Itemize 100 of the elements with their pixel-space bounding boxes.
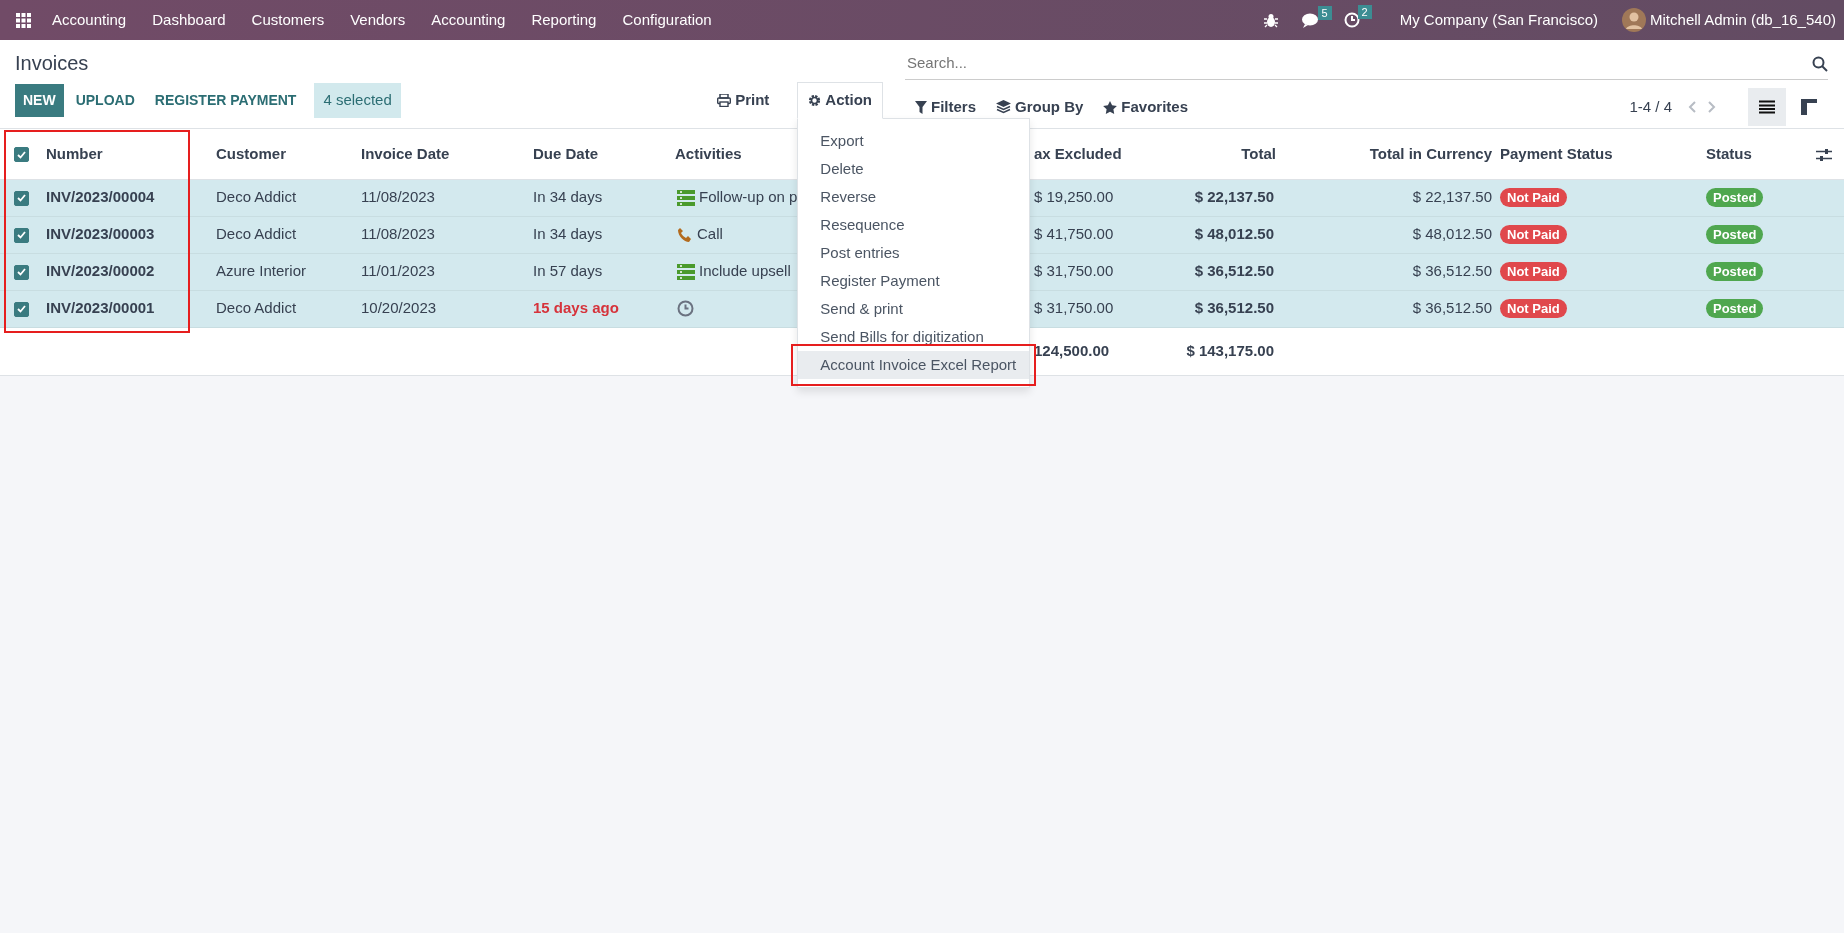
menu-item[interactable]: Reporting <box>518 8 610 32</box>
column-header[interactable]: Status <box>1706 144 1752 162</box>
invoice-number: INV/2023/00001 <box>46 299 155 317</box>
phone-icon[interactable] <box>677 226 693 243</box>
due-date: In 34 days <box>533 188 603 206</box>
due-date: In 57 days <box>533 262 603 280</box>
menu-item[interactable]: Vendors <box>337 8 419 32</box>
menu-item[interactable]: Send Bills for digitization <box>798 322 1030 351</box>
table-cell: Deco Addict <box>216 299 297 317</box>
column-header[interactable]: Due Date <box>533 144 599 162</box>
table-cell: $ 48,012.50 <box>1412 225 1492 243</box>
table-cell: 11/01/2023 <box>361 262 435 280</box>
checkmark-icon <box>17 150 26 159</box>
checkbox[interactable] <box>14 264 29 280</box>
menu-item[interactable]: Accounting <box>418 8 519 32</box>
status-badge: Posted <box>1706 188 1764 208</box>
bug-icon[interactable] <box>1263 12 1278 28</box>
invoice-number: INV/2023/00004 <box>46 188 155 206</box>
new-button[interactable]: NEW <box>15 83 64 117</box>
star-icon <box>1103 100 1118 114</box>
table-cell: $ 36,512.50 <box>1412 299 1492 317</box>
table-cell: 10/20/2023 <box>361 299 437 317</box>
table-cell: $ 31,750.00 <box>1034 262 1114 280</box>
table-cell: 11/08/2023 <box>361 188 435 206</box>
settings-icon[interactable] <box>1816 147 1832 162</box>
menu-item[interactable]: Post entries <box>798 238 1030 267</box>
menu-item[interactable]: Customers <box>238 8 338 32</box>
column-header[interactable]: ax Excluded <box>1034 144 1122 162</box>
payment-status-badge: Not Paid <box>1500 262 1567 282</box>
checkmark-icon <box>17 231 26 240</box>
table-cell: $ 41,750.00 <box>1034 225 1114 243</box>
invoice-number: INV/2023/00003 <box>46 225 155 243</box>
toolbar-button[interactable]: REGISTER PAYMENT <box>146 83 305 117</box>
menu-item[interactable]: Account Invoice Excel Report <box>798 350 1030 379</box>
printer-icon <box>717 93 732 107</box>
clock-icon[interactable] <box>677 300 694 317</box>
column-header[interactable]: Activities <box>675 144 742 162</box>
activity-label[interactable]: Include upsell <box>699 260 791 283</box>
chat-icon[interactable] <box>1301 12 1320 28</box>
menu-item[interactable]: Resequence <box>798 210 1030 239</box>
checkbox[interactable] <box>14 190 29 206</box>
activity-icon[interactable] <box>1343 12 1360 28</box>
kanban-view-icon <box>1801 99 1817 115</box>
column-header[interactable]: Invoice Date <box>361 144 450 162</box>
pager-value[interactable]: 1-4 / 4 <box>1629 95 1672 119</box>
checkbox[interactable] <box>14 227 29 243</box>
counter-badge: 5 <box>1317 5 1332 20</box>
todo-icon[interactable] <box>677 263 695 280</box>
table-cell: $ 19,250.00 <box>1034 188 1114 206</box>
table-cell: Deco Addict <box>216 188 297 206</box>
search-field[interactable]: Search... <box>905 52 1812 75</box>
funnel-icon <box>915 100 927 114</box>
payment-status-badge: Not Paid <box>1500 188 1567 208</box>
list-view-icon <box>1759 100 1775 114</box>
checkbox[interactable] <box>14 147 29 163</box>
print-button[interactable]: Print <box>705 83 782 118</box>
toolbar-button[interactable]: UPLOAD <box>67 83 143 117</box>
checkbox[interactable] <box>14 301 29 317</box>
column-header[interactable]: Total <box>1241 144 1276 162</box>
page-title: Invoices <box>15 51 90 76</box>
column-header[interactable]: Payment Status <box>1500 144 1613 162</box>
filter-button[interactable]: Group By <box>986 91 1094 123</box>
todo-icon[interactable] <box>677 189 695 206</box>
menu-item[interactable]: Delete <box>798 154 1030 183</box>
total-value: 124,500.00 <box>1034 342 1110 359</box>
menu-item[interactable]: Register Payment <box>798 266 1030 295</box>
due-date: 15 days ago <box>533 299 619 317</box>
menu-item[interactable]: Reverse <box>798 182 1030 211</box>
status-badge: Posted <box>1706 299 1764 319</box>
checkmark-icon <box>17 268 26 277</box>
table-cell: $ 36,512.50 <box>1194 262 1274 280</box>
invoice-number: INV/2023/00002 <box>46 262 155 280</box>
apps-menu-icon[interactable] <box>16 12 31 28</box>
column-header[interactable]: Number <box>46 144 103 162</box>
total-value: $ 143,175.00 <box>1186 342 1274 359</box>
payment-status-badge: Not Paid <box>1500 225 1567 245</box>
column-header[interactable]: Total in Currency <box>1369 144 1492 162</box>
table-cell: $ 22,137.50 <box>1412 188 1492 206</box>
action-button[interactable]: Action <box>797 82 883 119</box>
column-header[interactable]: Customer <box>216 144 286 162</box>
filter-button[interactable]: Favorites <box>1093 91 1199 123</box>
menu-item[interactable]: Configuration <box>609 8 725 32</box>
user-menu[interactable]: Mitchell Admin (db_16_540) <box>1650 8 1836 32</box>
activity-label[interactable]: Follow-up on p <box>699 186 798 209</box>
activity-label[interactable]: Call <box>697 223 723 246</box>
menu-item[interactable]: Export <box>798 126 1030 155</box>
checkmark-icon <box>17 305 26 314</box>
company-switcher[interactable]: My Company (San Francisco) <box>1399 8 1599 32</box>
view-switch-button[interactable] <box>1748 88 1786 126</box>
app-name[interactable]: Accounting <box>39 8 140 32</box>
search-icon[interactable] <box>1812 55 1828 72</box>
menu-item[interactable]: Dashboard <box>139 8 239 32</box>
table-cell: Azure Interior <box>216 262 307 280</box>
selection-counter: 4 selected <box>314 83 401 118</box>
due-date: In 34 days <box>533 225 603 243</box>
table-cell: $ 22,137.50 <box>1194 188 1274 206</box>
table-cell: $ 36,512.50 <box>1194 299 1274 317</box>
filter-button[interactable]: Filters <box>905 91 986 123</box>
avatar-icon[interactable] <box>1622 8 1647 32</box>
payment-status-badge: Not Paid <box>1500 299 1567 319</box>
